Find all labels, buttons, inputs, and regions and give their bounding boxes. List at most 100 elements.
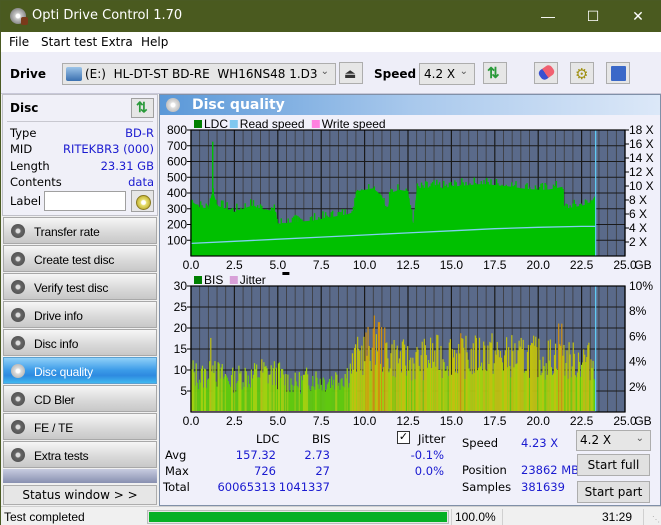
nav-item-label: Drive info [34, 309, 83, 323]
bis-x-tick-label: 20.0 [527, 414, 551, 428]
bis-legend-swatch [229, 276, 238, 284]
test-speed-select[interactable]: 4.2 X ⌄ [576, 430, 651, 451]
progress-fill [149, 512, 447, 522]
field-value: BD-R [125, 126, 154, 140]
ldc-x-tick-label: 20.0 [527, 258, 551, 272]
ldc-x-tick-label: 12.5 [396, 258, 420, 272]
ldc-legend-swatch [229, 120, 238, 128]
stats-total-bis: 1041337 [278, 480, 330, 494]
nav-item-disc-info[interactable]: Disc info [3, 329, 157, 356]
nav-item-create-test-disc[interactable]: Create test disc [3, 245, 157, 272]
menu-help[interactable]: Help [141, 35, 168, 49]
save-button[interactable] [606, 62, 630, 84]
nav-item-label: Extra tests [34, 449, 89, 463]
app-logo-icon [10, 8, 28, 25]
start-part-button[interactable]: Start part [577, 481, 650, 503]
bis-x-tick-label: 22.5 [570, 414, 594, 428]
status-window-button[interactable]: Status window > > [3, 485, 157, 505]
eject-button[interactable]: ⏏ [339, 62, 363, 84]
label-input[interactable] [44, 191, 126, 211]
nav-item-label: FE / TE [34, 421, 74, 435]
ldc-x-axis-label: GB [634, 258, 651, 272]
ldc-y-tick-label: 800 [167, 123, 187, 137]
drive-value: (E:) HL-DT-ST BD-RE WH16NS48 1.D3 [85, 67, 318, 81]
legend-marker [282, 272, 290, 275]
minimize-button[interactable]: — [525, 1, 571, 32]
disc-quality-icon [166, 98, 180, 112]
ldc-x-tick-label: 2.5 [226, 258, 243, 272]
close-button[interactable]: ✕ [615, 1, 661, 32]
menu-extra[interactable]: Extra [101, 35, 133, 49]
disc-icon [11, 420, 25, 434]
ldc-x-tick-label: 10.0 [353, 258, 377, 272]
disc-quality-panel: Disc quality 100 200 300 400 500 600 700 800 2 X… [159, 94, 661, 506]
speed-value: 4.23 X [521, 436, 559, 450]
stats-avg-bis: 2.73 [304, 448, 330, 462]
stats-avg-label: Avg [165, 448, 187, 462]
settings-button[interactable]: ⚙ [570, 62, 594, 84]
jitter-checkbox[interactable]: ✓ [397, 431, 410, 444]
disc-icon [11, 224, 25, 238]
samples-value: 381639 [521, 480, 565, 494]
bis-legend-swatch [194, 276, 202, 284]
disc-label-button[interactable] [131, 190, 154, 212]
maximize-button[interactable]: ☐ [570, 1, 616, 32]
nav-item-cd-bler[interactable]: CD Bler [3, 385, 157, 412]
start-full-button[interactable]: Start full [577, 454, 650, 476]
ldc-legend-swatch [194, 120, 202, 128]
bis-y2-tick-label: 8% [629, 304, 647, 318]
speed-select[interactable]: 4.2 X ⌄ [419, 63, 475, 85]
stats-ldc-header: LDC [256, 432, 280, 446]
title-bar: Opti Drive Control 1.70 — ☐ ✕ [1, 1, 661, 32]
bis-legend-label: BIS [204, 273, 223, 287]
ldc-y2-tick-label: 16 X [629, 137, 654, 151]
nav-item-transfer-rate[interactable]: Transfer rate [3, 217, 157, 244]
ldc-y-tick-label: 300 [167, 202, 187, 216]
ldc-y2-tick-label: 14 X [629, 151, 654, 165]
nav-item-disc-quality[interactable]: Disc quality [3, 357, 157, 384]
field-value: 23.31 GB [100, 159, 154, 173]
disc-info-panel: Disc ⇅ Type BD-R MID RITEKBR3 (000) Length… [2, 94, 158, 216]
refresh-icon: ⇅ [136, 99, 148, 115]
charts-area: 1002003004005006007008002 X4 X6 X8 X10 X… [167, 117, 654, 428]
stats-bis-header: BIS [312, 432, 331, 446]
refresh-icon: ⇅ [487, 65, 500, 82]
drive-select[interactable]: (E:) HL-DT-ST BD-RE WH16NS48 1.D3 ⌄ [62, 63, 336, 85]
status-text: Test completed [4, 510, 85, 524]
nav-item-extra-tests[interactable]: Extra tests [3, 441, 157, 468]
field-value: RITEKBR3 (000) [63, 142, 154, 156]
ldc-y2-tick-label: 8 X [629, 193, 647, 207]
resize-grip-icon[interactable]: ⋱ [652, 515, 660, 524]
ldc-y2-tick-label: 6 X [629, 207, 647, 221]
chevron-down-icon: ⌄ [320, 66, 329, 77]
progress-bar [147, 510, 449, 524]
nav-item-fe-te[interactable]: FE / TE [3, 413, 157, 440]
nav-item-drive-info[interactable]: Drive info [3, 301, 157, 328]
panel-title: Disc quality [192, 97, 285, 113]
bis-y-tick-label: 15 [174, 342, 188, 356]
divider [643, 509, 644, 525]
disc-refresh-button[interactable]: ⇅ [131, 98, 154, 118]
bis-y2-tick-label: 6% [629, 329, 647, 343]
erase-button[interactable] [534, 62, 558, 84]
ldc-legend-label: Read speed [240, 117, 305, 131]
nav-item-label: Transfer rate [34, 225, 100, 239]
test-speed-value: 4.2 X [580, 433, 612, 447]
ldc-y2-tick-label: 4 X [629, 221, 647, 235]
menu-start-test[interactable]: Start test [41, 35, 97, 49]
position-value: 23862 MB [521, 463, 580, 477]
nav-item-verify-test-disc[interactable]: Verify test disc [3, 273, 157, 300]
jitter-label: Jitter [418, 432, 446, 446]
menu-file[interactable]: File [9, 35, 29, 49]
stats-max-ldc: 726 [254, 464, 276, 478]
disc-icon [11, 392, 25, 406]
refresh-button[interactable]: ⇅ [483, 62, 507, 84]
ldc-y-tick-label: 700 [167, 139, 187, 153]
ldc-x-tick-label: 7.5 [313, 258, 330, 272]
eject-icon: ⏏ [344, 66, 357, 81]
disc-icon [11, 448, 25, 462]
field-key: MID [10, 142, 33, 156]
speed-label: Speed [374, 67, 417, 81]
nav-item-label: Verify test disc [34, 281, 109, 295]
nav-item-label: Create test disc [34, 253, 115, 267]
